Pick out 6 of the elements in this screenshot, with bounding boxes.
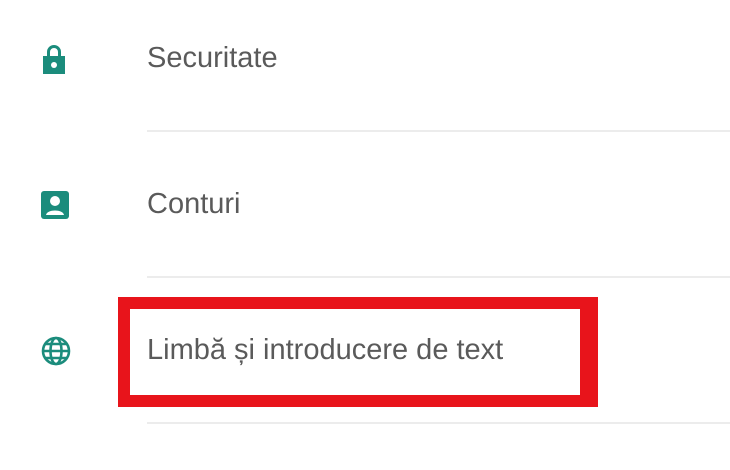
setting-label[interactable]: Limbă și introducere de text xyxy=(147,334,504,366)
account-icon xyxy=(41,191,69,219)
setting-label[interactable]: Conturi xyxy=(147,188,240,220)
lock-icon xyxy=(41,44,67,74)
globe-icon xyxy=(41,336,71,366)
setting-label[interactable]: Securitate xyxy=(147,42,278,74)
